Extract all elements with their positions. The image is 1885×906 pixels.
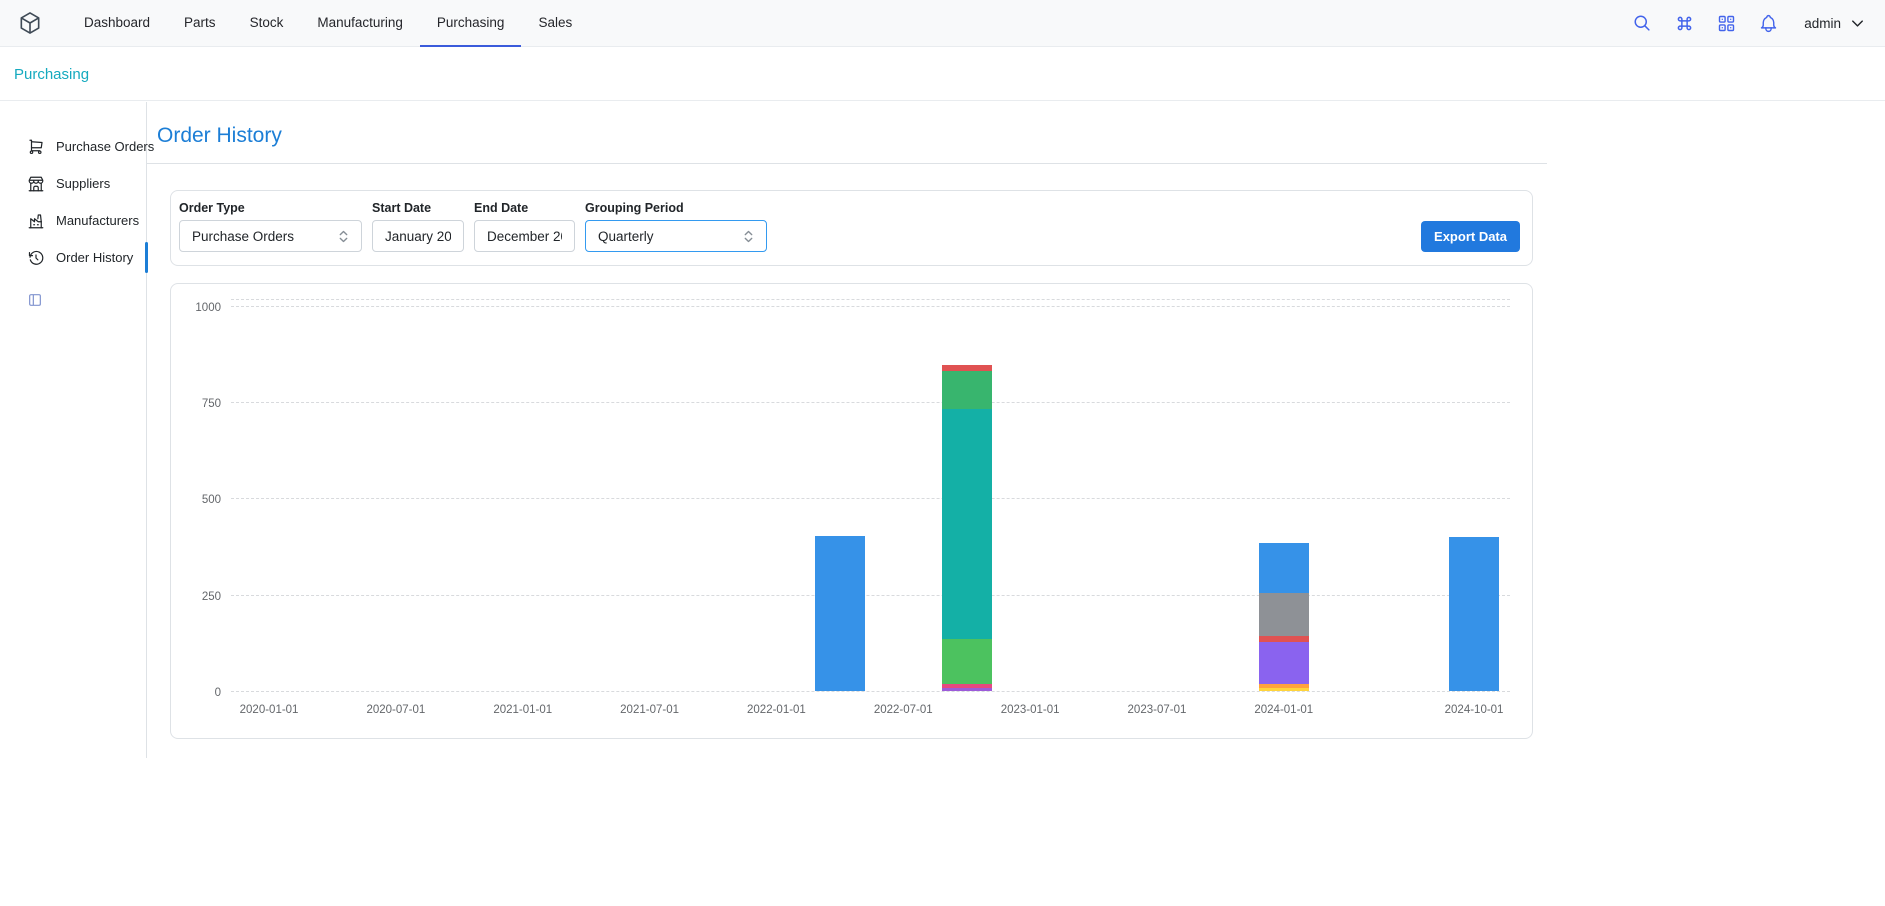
x-axis-label: 2021-01-01 bbox=[493, 704, 552, 716]
sidebar-item-manufacturers[interactable]: Manufacturers bbox=[0, 202, 146, 239]
y-axis-label: 250 bbox=[202, 591, 221, 603]
chart-gridline bbox=[231, 498, 1510, 499]
order-type-field: Order Type Purchase Orders bbox=[179, 201, 362, 252]
chevron-updown-icon bbox=[338, 229, 349, 244]
chart-gridline bbox=[231, 306, 1510, 307]
bar-segment bbox=[1449, 537, 1499, 691]
order-history-chart-card: 02505007501000 2020-01-012020-07-012021-… bbox=[170, 283, 1533, 739]
tab-sales[interactable]: Sales bbox=[521, 0, 589, 47]
bar-segment bbox=[1259, 636, 1309, 643]
barcode-scan-icon[interactable] bbox=[1716, 13, 1737, 34]
sidebar-item-label: Suppliers bbox=[56, 176, 110, 191]
breadcrumb: Purchasing bbox=[0, 48, 1885, 101]
grouping-period-value: Quarterly bbox=[598, 229, 654, 244]
chart-y-axis: 02505007501000 bbox=[181, 299, 231, 692]
chart-gridline bbox=[231, 402, 1510, 403]
x-axis-label: 2020-01-01 bbox=[240, 704, 299, 716]
chart-plot-area: 2020-01-012020-07-012021-01-012021-07-01… bbox=[231, 299, 1510, 692]
top-navbar: Dashboard Parts Stock Manufacturing Purc… bbox=[0, 0, 1885, 47]
bar-segment bbox=[942, 688, 992, 691]
sidebar-item-label: Order History bbox=[56, 250, 133, 265]
bar-segment bbox=[942, 409, 992, 638]
title-divider bbox=[147, 163, 1547, 164]
filter-card: Order Type Purchase Orders Start Date En… bbox=[170, 190, 1533, 266]
grouping-period-select[interactable]: Quarterly bbox=[585, 220, 767, 252]
x-axis-label: 2021-07-01 bbox=[620, 704, 679, 716]
end-date-input[interactable] bbox=[474, 220, 575, 252]
sidebar-item-label: Purchase Orders bbox=[56, 139, 154, 154]
notifications-bell-icon[interactable] bbox=[1758, 13, 1779, 34]
tab-purchasing[interactable]: Purchasing bbox=[420, 0, 522, 47]
tab-parts[interactable]: Parts bbox=[167, 0, 233, 47]
bar-segment bbox=[1259, 688, 1309, 691]
tab-manufacturing[interactable]: Manufacturing bbox=[300, 0, 420, 47]
sidebar-item-order-history[interactable]: Order History bbox=[0, 239, 146, 276]
command-palette-icon[interactable] bbox=[1674, 13, 1695, 34]
bar-segment bbox=[1259, 543, 1309, 593]
chart-bar[interactable] bbox=[942, 365, 992, 691]
order-type-select[interactable]: Purchase Orders bbox=[179, 220, 362, 252]
chart-bar[interactable] bbox=[815, 536, 865, 691]
x-axis-label: 2023-01-01 bbox=[1001, 704, 1060, 716]
start-date-input[interactable] bbox=[372, 220, 464, 252]
x-axis-label: 2022-01-01 bbox=[747, 704, 806, 716]
sidebar-item-purchase-orders[interactable]: Purchase Orders bbox=[0, 128, 146, 165]
chart-bar[interactable] bbox=[1259, 543, 1309, 691]
bar-segment bbox=[815, 536, 865, 691]
order-type-value: Purchase Orders bbox=[192, 229, 294, 244]
navbar-actions: admin bbox=[1632, 13, 1867, 34]
x-axis-label: 2024-10-01 bbox=[1445, 704, 1504, 716]
x-axis-label: 2023-07-01 bbox=[1128, 704, 1187, 716]
tab-stock[interactable]: Stock bbox=[233, 0, 301, 47]
start-date-field: Start Date bbox=[372, 201, 464, 252]
bar-segment bbox=[1259, 642, 1309, 684]
start-date-label: Start Date bbox=[372, 201, 464, 215]
order-history-chart: 02505007501000 2020-01-012020-07-012021-… bbox=[181, 299, 1510, 692]
purchasing-sidebar: Purchase Orders Suppliers Manufacturers bbox=[0, 102, 147, 758]
x-axis-label: 2022-07-01 bbox=[874, 704, 933, 716]
username-label: admin bbox=[1804, 16, 1841, 31]
search-icon[interactable] bbox=[1632, 13, 1653, 34]
x-axis-label: 2020-07-01 bbox=[366, 704, 425, 716]
tab-dashboard[interactable]: Dashboard bbox=[67, 0, 167, 47]
sidebar-collapse-icon[interactable] bbox=[27, 292, 43, 308]
building-store-icon bbox=[27, 175, 45, 193]
y-axis-label: 750 bbox=[202, 398, 221, 410]
building-factory-icon bbox=[27, 212, 45, 230]
bar-segment bbox=[942, 639, 992, 684]
chart-gridline bbox=[231, 691, 1510, 692]
x-axis-label: 2024-01-01 bbox=[1254, 704, 1313, 716]
main-nav-tabs: Dashboard Parts Stock Manufacturing Purc… bbox=[67, 0, 589, 47]
y-axis-label: 500 bbox=[202, 494, 221, 506]
app-logo-icon[interactable] bbox=[17, 10, 43, 36]
shopping-cart-icon bbox=[27, 138, 45, 156]
chart-gridline bbox=[231, 595, 1510, 596]
bar-segment bbox=[942, 371, 992, 410]
page-title: Order History bbox=[157, 122, 1547, 150]
chevron-down-icon bbox=[1848, 14, 1867, 33]
bar-segment bbox=[1259, 593, 1309, 635]
end-date-field: End Date bbox=[474, 201, 575, 252]
breadcrumb-purchasing-link[interactable]: Purchasing bbox=[14, 66, 89, 83]
order-type-label: Order Type bbox=[179, 201, 362, 215]
y-axis-label: 0 bbox=[215, 687, 221, 699]
chevron-updown-icon bbox=[743, 229, 754, 244]
user-menu[interactable]: admin bbox=[1804, 14, 1867, 33]
end-date-label: End Date bbox=[474, 201, 575, 215]
sidebar-item-label: Manufacturers bbox=[56, 213, 139, 228]
history-icon bbox=[27, 249, 45, 267]
export-data-button[interactable]: Export Data bbox=[1421, 221, 1520, 252]
grouping-period-label: Grouping Period bbox=[585, 201, 767, 215]
main-panel: Order History Order Type Purchase Orders… bbox=[147, 102, 1547, 739]
sidebar-item-suppliers[interactable]: Suppliers bbox=[0, 165, 146, 202]
grouping-period-field: Grouping Period Quarterly bbox=[585, 201, 767, 252]
y-axis-label: 1000 bbox=[195, 302, 221, 314]
chart-bar[interactable] bbox=[1449, 537, 1499, 691]
